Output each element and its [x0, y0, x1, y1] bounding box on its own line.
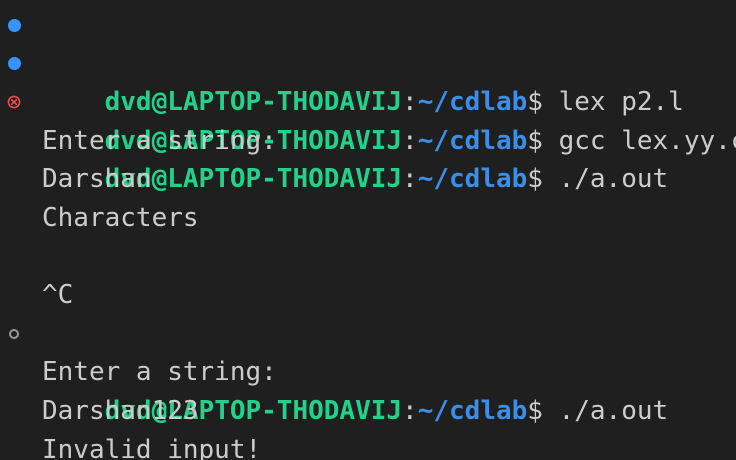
error-circle-x-icon[interactable]	[0, 83, 28, 122]
output-line: ^C	[42, 280, 74, 311]
output-line: Darshan123	[42, 395, 199, 426]
output-line: Enter a string:	[42, 357, 277, 388]
terminal-panel[interactable]: dvd@LAPTOP-THODAVIJ:~/cdlab$ lex p2.l dv…	[0, 0, 736, 460]
output-line: Characters	[42, 202, 199, 233]
output-line: Darshan	[42, 164, 152, 195]
command-line: dvd@LAPTOP-THODAVIJ:~/cdlab$ gcc lex.yy.…	[0, 45, 736, 156]
command-line: dvd@LAPTOP-THODAVIJ:~/cdlab$ ./a.out	[0, 315, 736, 426]
output-line: Invalid input!	[42, 434, 262, 460]
success-dot-icon[interactable]	[0, 45, 28, 84]
command-line: dvd@LAPTOP-THODAVIJ:~/cdlab$ ./a.out	[0, 83, 736, 194]
pending-circle-icon[interactable]	[0, 315, 28, 354]
output-line: Enter a string:	[42, 125, 277, 156]
success-dot-icon[interactable]	[0, 6, 28, 45]
command-line: dvd@LAPTOP-THODAVIJ:~/cdlab$ lex p2.l	[0, 6, 736, 117]
